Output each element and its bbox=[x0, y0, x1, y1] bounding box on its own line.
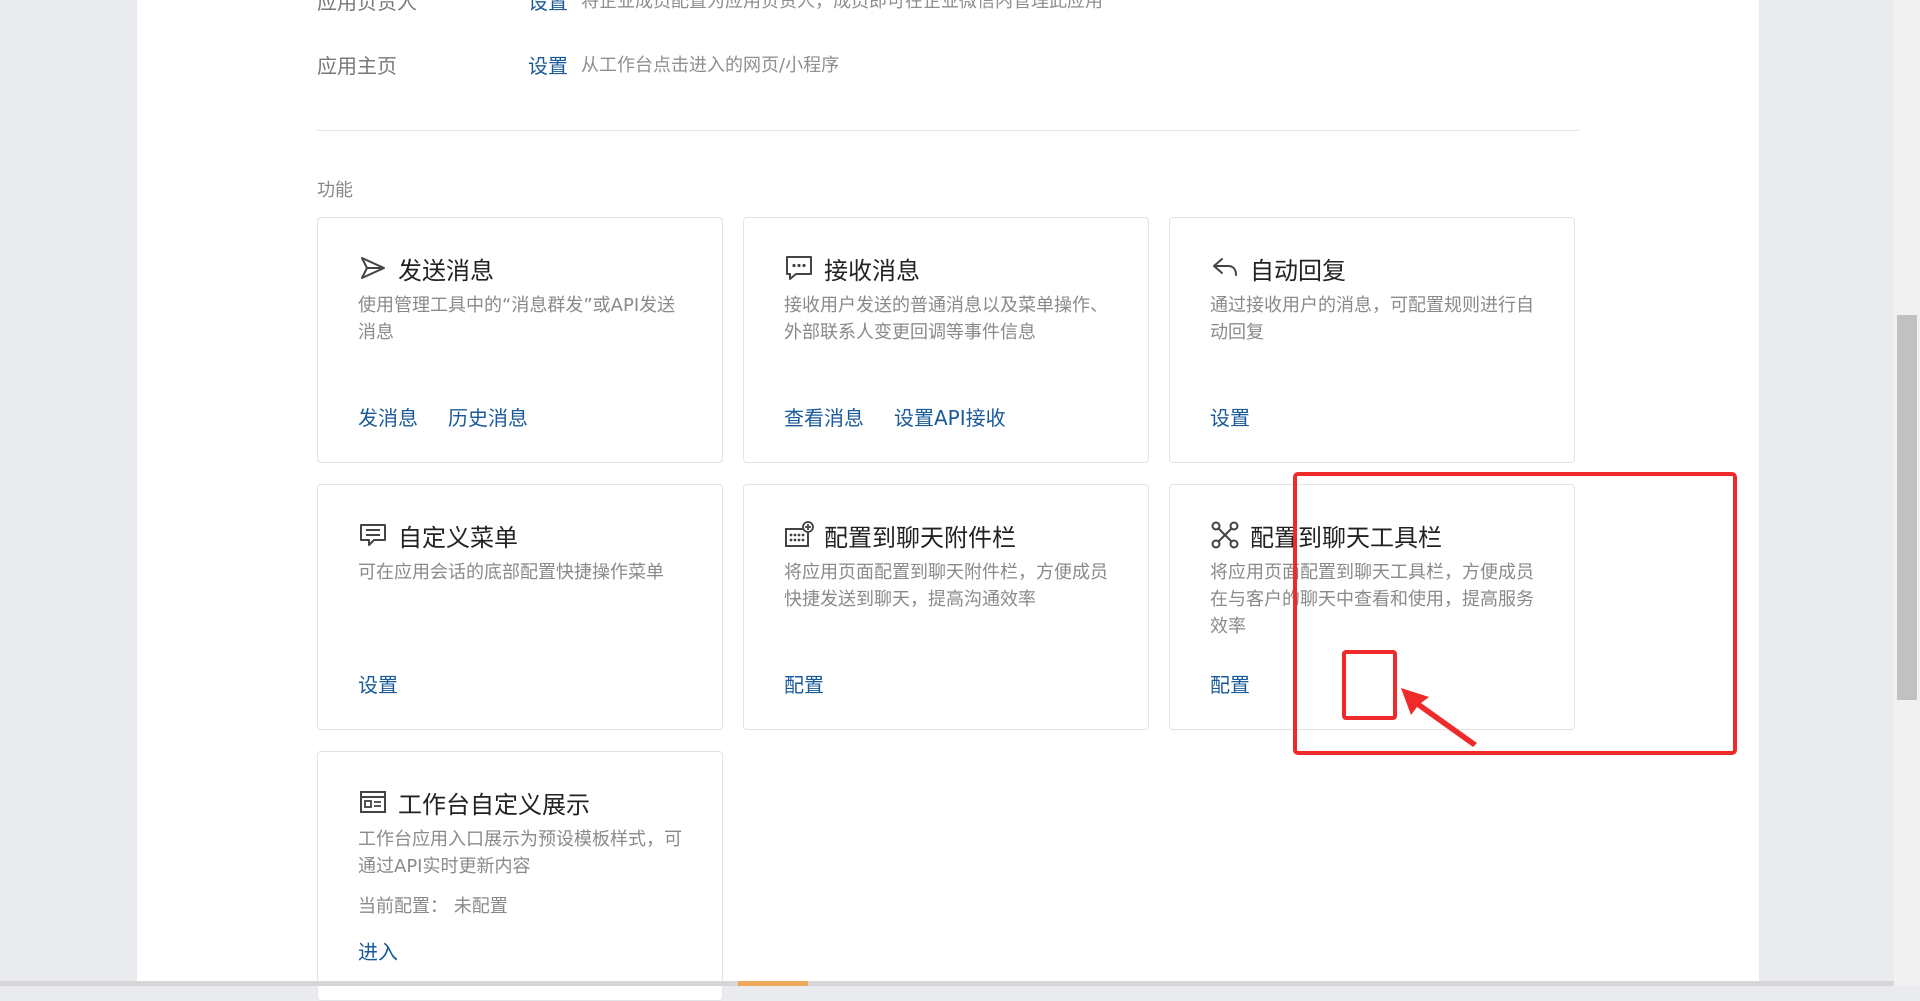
section-title-features: 功能 bbox=[317, 180, 353, 201]
app-owner-desc: 将企业成员配置为应用负责人，成员即可在企业微信内管理此应用 bbox=[581, 0, 1103, 12]
bottom-edge-accent bbox=[738, 981, 808, 986]
card-description: 将应用页面配置到聊天附件栏，方便成员快捷发送到聊天，提高沟通效率 bbox=[784, 562, 1108, 610]
card-custom-menu: 自定义菜单 可在应用会话的底部配置快捷操作菜单 设置 bbox=[317, 484, 723, 730]
card-actions: 发消息 历史消息 bbox=[358, 402, 528, 431]
card-description: 可在应用会话的底部配置快捷操作菜单 bbox=[358, 562, 664, 583]
workbench-enter-link[interactable]: 进入 bbox=[358, 936, 398, 965]
keyboard-plus-icon bbox=[784, 520, 814, 550]
current-config-value: 未配置 bbox=[453, 896, 508, 917]
card-send-message: 发送消息 使用管理工具中的“消息群发”或API发送消息 发消息 历史消息 bbox=[317, 217, 723, 463]
card-header: 自动回复 bbox=[1210, 248, 1346, 288]
card-receive-message: 接收消息 接收用户发送的普通消息以及菜单操作、外部联系人变更回调等事件信息 查看… bbox=[743, 217, 1149, 463]
app-owner-label: 应用负责人 bbox=[317, 0, 417, 14]
app-home-label: 应用主页 bbox=[317, 54, 397, 78]
bottom-edge-bar bbox=[0, 981, 1894, 986]
card-title: 配置到聊天附件栏 bbox=[824, 523, 1016, 552]
annotation-highlight-config bbox=[1342, 650, 1397, 720]
view-messages-link[interactable]: 查看消息 bbox=[784, 402, 864, 431]
display-card-icon bbox=[358, 787, 388, 817]
menu-icon bbox=[358, 520, 388, 550]
card-description: 接收用户发送的普通消息以及菜单操作、外部联系人变更回调等事件信息 bbox=[784, 295, 1108, 343]
app-home-set-link[interactable]: 设置 bbox=[528, 51, 568, 81]
card-auto-reply: 自动回复 通过接收用户的消息，可配置规则进行自动回复 设置 bbox=[1169, 217, 1575, 463]
attachment-bar-config-link[interactable]: 配置 bbox=[784, 669, 824, 698]
divider bbox=[317, 130, 1579, 131]
card-title: 发送消息 bbox=[398, 256, 494, 285]
card-header: 工作台自定义展示 bbox=[358, 782, 590, 822]
message-history-link[interactable]: 历史消息 bbox=[448, 402, 528, 431]
card-workbench-display: 工作台自定义展示 工作台应用入口展示为预设模板样式，可通过API实时更新内容 当… bbox=[317, 751, 723, 1001]
card-description: 通过接收用户的消息，可配置规则进行自动回复 bbox=[1210, 295, 1534, 343]
card-actions: 配置 bbox=[1210, 669, 1250, 698]
send-icon bbox=[358, 253, 388, 283]
app-owner-set-link[interactable]: 设置 bbox=[528, 0, 568, 17]
card-header: 发送消息 bbox=[358, 248, 494, 288]
card-header: 自定义菜单 bbox=[358, 515, 518, 555]
card-description: 工作台应用入口展示为预设模板样式，可通过API实时更新内容 bbox=[358, 829, 682, 877]
card-actions: 设置 bbox=[358, 669, 398, 698]
tools-icon bbox=[1210, 520, 1240, 550]
current-config-label: 当前配置： bbox=[358, 896, 448, 917]
app-settings-page: 应用负责人 设置 将企业成员配置为应用负责人，成员即可在企业微信内管理此应用 应… bbox=[137, 0, 1759, 1001]
card-title: 接收消息 bbox=[824, 256, 920, 285]
card-title: 自动回复 bbox=[1250, 256, 1346, 285]
custom-menu-set-link[interactable]: 设置 bbox=[358, 669, 398, 698]
app-home-desc: 从工作台点击进入的网页/小程序 bbox=[581, 55, 840, 76]
card-title: 工作台自定义展示 bbox=[398, 790, 590, 819]
card-header: 接收消息 bbox=[784, 248, 920, 288]
auto-reply-set-link[interactable]: 设置 bbox=[1210, 402, 1250, 431]
card-title: 自定义菜单 bbox=[398, 523, 518, 552]
set-api-receive-link[interactable]: 设置API接收 bbox=[894, 402, 1006, 431]
chat-toolbar-config-link[interactable]: 配置 bbox=[1210, 669, 1250, 698]
send-message-link[interactable]: 发消息 bbox=[358, 402, 418, 431]
card-actions: 进入 bbox=[358, 936, 398, 965]
card-actions: 设置 bbox=[1210, 402, 1250, 431]
card-header: 配置到聊天附件栏 bbox=[784, 515, 1016, 555]
reply-icon bbox=[1210, 253, 1240, 283]
card-actions: 配置 bbox=[784, 669, 824, 698]
scrollbar-thumb[interactable] bbox=[1897, 315, 1917, 700]
annotation-arrow-icon bbox=[1401, 688, 1477, 747]
card-description: 使用管理工具中的“消息群发”或API发送消息 bbox=[358, 295, 676, 343]
card-actions: 查看消息 设置API接收 bbox=[784, 402, 1006, 431]
chat-bubble-icon bbox=[784, 253, 814, 283]
card-chat-attachment-bar: 配置到聊天附件栏 将应用页面配置到聊天附件栏，方便成员快捷发送到聊天，提高沟通效… bbox=[743, 484, 1149, 730]
current-config-status: 当前配置： 未配置 bbox=[358, 892, 508, 918]
